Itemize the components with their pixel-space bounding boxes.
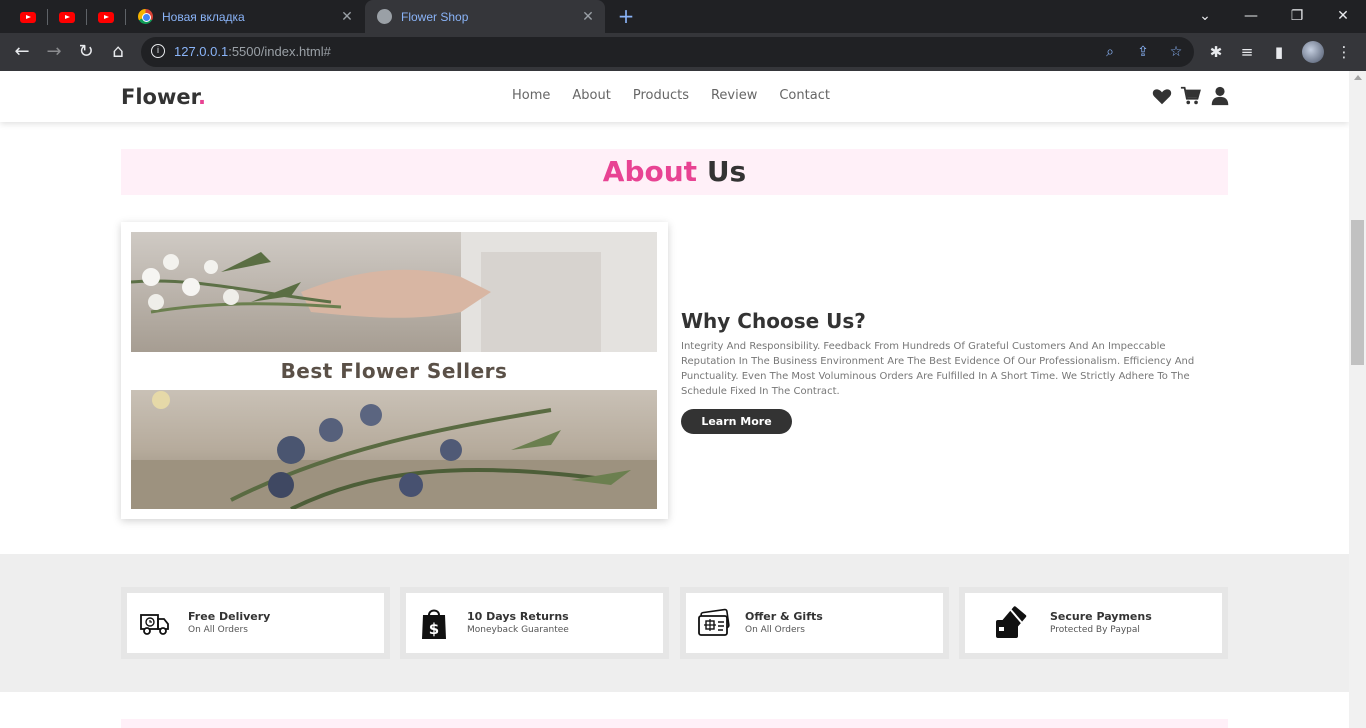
extensions-icon[interactable]: ✱ [1206, 42, 1226, 62]
zoom-icon[interactable]: ⌕ [1101, 43, 1119, 61]
scrollbar-thumb[interactable] [1351, 220, 1364, 365]
nav-home[interactable]: Home [512, 88, 550, 103]
feature-subtitle: Protected By Paypal [1050, 625, 1140, 635]
feature-title: Secure Paymens [1050, 610, 1152, 623]
cart-icon[interactable] [1180, 85, 1202, 107]
bookmark-star-icon[interactable]: ☆ [1167, 43, 1185, 61]
site-info-icon[interactable]: i [151, 44, 165, 58]
user-icon[interactable] [1209, 85, 1231, 107]
site-header: Flower. Home About Products Review Conta… [0, 71, 1349, 122]
forward-button[interactable]: → [43, 41, 65, 63]
new-tab-button[interactable]: + [615, 5, 637, 27]
flower-photo-top [131, 232, 657, 352]
pinned-tab-youtube-1[interactable] [9, 6, 47, 28]
feature-free-delivery: Free Delivery On All Orders [121, 587, 390, 659]
nav-products[interactable]: Products [633, 88, 689, 103]
feature-secure-payment: Secure Paymens Protected By Paypal [959, 587, 1228, 659]
svg-text:$: $ [429, 620, 439, 638]
about-heading: About Us [121, 149, 1228, 195]
credit-card-icon [996, 606, 1027, 638]
heading-rest: Us [706, 155, 747, 188]
menu-icon[interactable]: ⋮ [1334, 42, 1354, 62]
next-section-heading [121, 719, 1228, 728]
home-button[interactable]: ⌂ [107, 41, 129, 63]
feature-subtitle: On All Orders [188, 625, 248, 635]
tab-search-button[interactable]: ⌄ [1182, 0, 1228, 33]
tab-flower-shop[interactable]: Flower Shop ✕ [365, 0, 605, 33]
scroll-up-arrow-icon[interactable] [1354, 75, 1362, 80]
back-button[interactable]: ← [11, 41, 33, 63]
truck-icon [140, 614, 169, 635]
hands-with-flowers-image [131, 232, 657, 352]
page-viewport: Flower. Home About Products Review Conta… [0, 71, 1349, 728]
tab-new-tab[interactable]: Новая вкладка ✕ [126, 0, 364, 33]
restore-button[interactable]: ❐ [1274, 0, 1320, 33]
about-video[interactable]: Best Flower Sellers [121, 222, 668, 519]
pinned-tab-youtube-3[interactable] [87, 6, 125, 28]
nav-review[interactable]: Review [711, 88, 757, 103]
learn-more-button[interactable]: Learn More [681, 409, 792, 434]
profile-avatar[interactable] [1302, 41, 1324, 63]
feature-title: 10 Days Returns [467, 610, 569, 623]
browser-toolbar: ← → ↻ ⌂ i 127.0.0.1:5500/index.html# ⌕ ⇪… [0, 33, 1366, 71]
feature-offers: Offer & Gifts On All Orders [680, 587, 949, 659]
address-url: 127.0.0.1:5500/index.html# [174, 44, 331, 59]
main-nav: Home About Products Review Contact [512, 88, 830, 103]
reload-button[interactable]: ↻ [75, 41, 97, 63]
flower-photo-bottom [131, 390, 657, 509]
side-panel-icon[interactable]: ▮ [1269, 42, 1289, 62]
why-choose-text: Integrity And Responsibility. Feedback F… [681, 341, 1195, 397]
globe-icon [377, 9, 392, 24]
address-bar[interactable]: i 127.0.0.1:5500/index.html# ⌕ ⇪ ☆ [141, 37, 1194, 67]
close-icon[interactable]: ✕ [581, 9, 595, 23]
share-icon[interactable]: ⇪ [1134, 43, 1152, 61]
media-control-icon[interactable]: ≡ [1237, 42, 1257, 62]
logo-dot: . [197, 85, 206, 109]
heading-highlight: About [602, 155, 698, 188]
feature-title: Free Delivery [188, 610, 271, 623]
minimize-button[interactable]: — [1228, 0, 1274, 33]
youtube-icon [98, 11, 114, 23]
page-scrollbar[interactable] [1349, 71, 1366, 728]
tab-title: Flower Shop [401, 9, 469, 24]
address-host: 127.0.0.1 [174, 44, 229, 59]
nav-contact[interactable]: Contact [779, 88, 830, 103]
tab-title: Новая вкладка [162, 9, 245, 24]
why-choose-title: Why Choose Us? [681, 309, 866, 333]
video-caption: Best Flower Sellers [131, 352, 657, 390]
site-logo[interactable]: Flower. [121, 85, 206, 109]
gift-card-icon [698, 608, 730, 636]
close-icon[interactable]: ✕ [340, 9, 354, 23]
close-window-button[interactable]: ✕ [1320, 0, 1366, 33]
nav-about[interactable]: About [572, 88, 610, 103]
youtube-icon [20, 11, 36, 23]
feature-returns: $ 10 Days Returns Moneyback Guarantee [400, 587, 669, 659]
address-path: :5500/index.html# [228, 44, 331, 59]
feature-title: Offer & Gifts [745, 610, 823, 623]
heart-icon[interactable] [1151, 85, 1173, 107]
shopping-bag-icon: $ [422, 609, 446, 639]
thistle-flowers-image [131, 391, 657, 509]
pinned-tab-youtube-2[interactable] [48, 6, 86, 28]
features-section: Free Delivery On All Orders $ 10 Days Re… [0, 554, 1349, 692]
chrome-icon [138, 9, 153, 24]
logo-text: Flower [121, 85, 198, 109]
feature-subtitle: Moneyback Guarantee [467, 625, 569, 635]
browser-tab-strip: Новая вкладка ✕ Flower Shop ✕ + ⌄ — ❐ ✕ [0, 0, 1366, 33]
youtube-icon [59, 11, 75, 23]
feature-subtitle: On All Orders [745, 625, 805, 635]
